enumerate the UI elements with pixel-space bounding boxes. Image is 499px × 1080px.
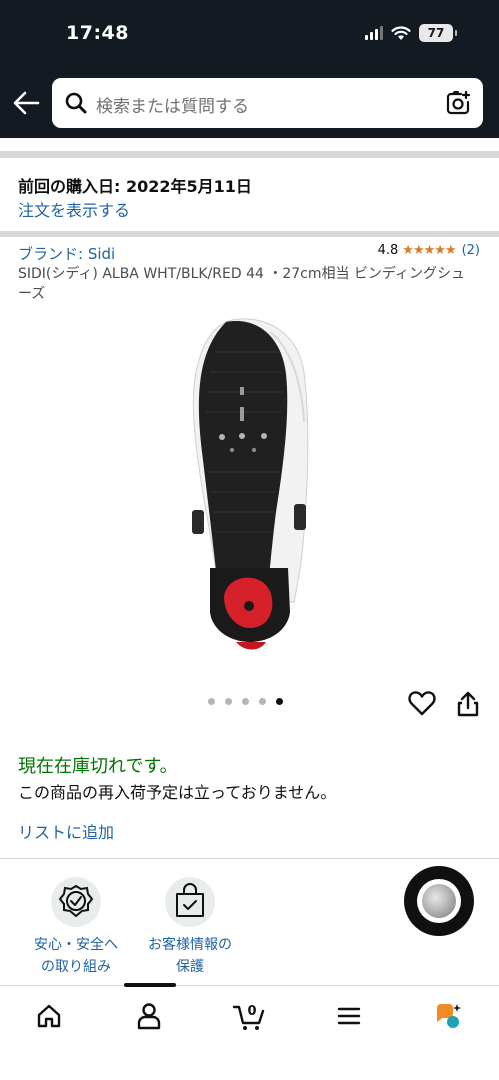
- wifi-icon: [391, 25, 411, 40]
- back-arrow-icon[interactable]: [12, 90, 40, 116]
- floating-assistant-button[interactable]: [404, 866, 474, 936]
- heart-icon[interactable]: [408, 690, 436, 716]
- share-icon[interactable]: [456, 690, 480, 718]
- section-divider: [0, 231, 499, 237]
- section-divider: [0, 151, 499, 158]
- nav-menu[interactable]: [329, 1000, 369, 1032]
- nav-cart[interactable]: 0: [229, 1000, 269, 1032]
- safety-initiatives-link[interactable]: 安心・安全へ の取り組み: [16, 876, 136, 978]
- image-carousel-dots[interactable]: [208, 698, 283, 705]
- customer-info-protection-link[interactable]: お客様情報の 保護: [130, 876, 250, 978]
- last-purchase-date: 前回の購入日: 2022年5月11日: [18, 177, 252, 196]
- view-order-link[interactable]: 注文を表示する: [18, 197, 130, 221]
- carousel-dot[interactable]: [225, 698, 232, 705]
- camera-search-icon[interactable]: [445, 90, 471, 116]
- trust-label-line2: の取り組み: [41, 959, 111, 975]
- restock-message: この商品の再入荷予定は立っておりません。: [18, 783, 337, 802]
- search-input[interactable]: 検索または質問する: [96, 92, 249, 117]
- home-icon: [37, 1004, 61, 1028]
- search-icon: [65, 92, 87, 114]
- battery-indicator: 77: [419, 24, 457, 42]
- nav-home[interactable]: [29, 1000, 69, 1032]
- rating-value: 4.8: [377, 243, 399, 258]
- nav-account[interactable]: [129, 1000, 169, 1032]
- status-bar: 17:48 77: [0, 0, 499, 68]
- menu-icon: [337, 1007, 361, 1025]
- search-bar[interactable]: 検索または質問する: [52, 78, 483, 128]
- add-to-list-link[interactable]: リストに追加: [18, 819, 114, 843]
- bottom-navigation: 0: [0, 983, 499, 1080]
- section-divider: [0, 858, 499, 859]
- trust-label-line1: 安心・安全へ: [34, 937, 118, 953]
- nav-rufus[interactable]: [428, 1000, 468, 1032]
- carousel-dot[interactable]: [208, 698, 215, 705]
- status-time: 17:48: [66, 22, 129, 44]
- product-image[interactable]: [170, 312, 330, 657]
- star-rating-icon: ★★★★★: [402, 243, 456, 258]
- brand-link[interactable]: ブランド: Sidi: [18, 243, 115, 264]
- signal-icon: [365, 26, 383, 40]
- shield-check-icon: [51, 877, 101, 927]
- bag-check-icon: [165, 877, 215, 927]
- cart-icon: 0: [232, 1004, 265, 1030]
- stock-status: 現在在庫切れです。: [18, 756, 178, 777]
- rufus-ai-icon: [437, 1004, 461, 1028]
- carousel-dot[interactable]: [242, 698, 249, 705]
- trust-label-line2: 保護: [176, 959, 204, 975]
- status-icons: 77: [365, 24, 457, 42]
- top-header: 17:48 77 検索または質問する: [0, 0, 499, 138]
- carousel-dot[interactable]: [259, 698, 266, 705]
- account-icon: [137, 1003, 161, 1030]
- active-tab-indicator: [124, 983, 176, 987]
- product-title: SIDI(シディ) ALBA WHT/BLK/RED 44 ・27cm相当 ビン…: [18, 266, 465, 302]
- review-count-link[interactable]: (2): [462, 243, 480, 258]
- trust-label-line1: お客様情報の: [148, 937, 232, 953]
- carousel-dot-active[interactable]: [276, 698, 283, 705]
- fab-orb-icon: [422, 884, 456, 918]
- rating-summary[interactable]: 4.8 ★★★★★ (2): [378, 243, 480, 258]
- cart-count-badge: 0: [247, 1004, 256, 1019]
